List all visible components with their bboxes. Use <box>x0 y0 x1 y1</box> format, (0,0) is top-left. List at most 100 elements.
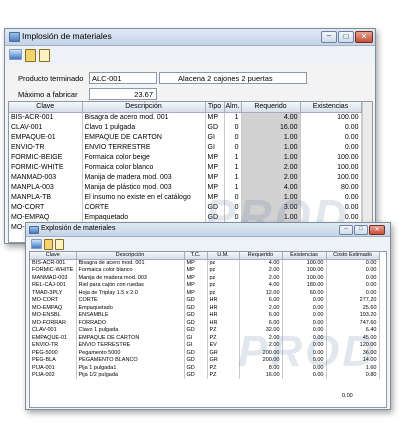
implosion-toolbar <box>5 46 375 64</box>
implosion-scrollbar[interactable] <box>362 102 372 242</box>
implosion-col-header[interactable]: Requerido <box>241 102 301 113</box>
explosion-cell: ENVIO TERRESTRE <box>76 341 185 349</box>
implosion-title: Implosión de materiales <box>22 31 112 41</box>
explosion-cell: 2.00 <box>239 304 283 312</box>
monitor-icon[interactable] <box>31 239 42 249</box>
explosion-col-header[interactable]: T.C. <box>184 252 208 260</box>
product-code-field[interactable]: ALC-001 <box>89 72 157 84</box>
app-icon <box>9 32 20 42</box>
implosion-cell: 0 <box>224 192 242 202</box>
implosion-table-row[interactable]: MANPLA-003 Manija de plástico mod. 003 MP 1… <box>9 182 362 192</box>
implosion-table-row[interactable]: MANPLA-TB El insumo no existe en el catál… <box>9 192 362 202</box>
explosion-cell: GD <box>184 349 208 357</box>
implosion-cell: 0 <box>224 122 242 132</box>
explosion-cell: 277.20 <box>326 296 380 304</box>
close-icon[interactable]: ✕ <box>355 31 373 43</box>
copy-icon[interactable] <box>25 49 36 62</box>
export-icon[interactable] <box>39 49 50 62</box>
implosion-table-row[interactable]: CLAV-001 Clavo 1 pulgada GD 0 16.00 0.00 <box>9 122 362 132</box>
explosion-cell: EV <box>207 341 240 349</box>
implosion-cell: Manija de plástico mod. 003 <box>82 182 206 192</box>
implosion-table-row[interactable]: FORMIC-WHITE Formaica color blanco MP 1 2.00… <box>9 162 362 172</box>
implosion-cell: 0.00 <box>300 192 362 202</box>
max-value: 23.67 <box>134 90 153 99</box>
implosion-cell: 1.00 <box>241 142 301 152</box>
explosion-cell: PZ <box>207 364 240 372</box>
implosion-cell: FORMIC-WHITE <box>9 162 83 172</box>
explosion-cell: MP <box>184 259 208 267</box>
explosion-table-row[interactable]: PEG-5000 Pegamento 5000 GD GR 200.00 0.00 36.0… <box>30 349 380 357</box>
implosion-cell: Formaica color beige <box>82 152 206 162</box>
minimize-icon[interactable]: – <box>339 225 353 235</box>
implosion-cell: CORTE <box>82 202 206 212</box>
explosion-cell: 0.00 <box>282 356 327 364</box>
implosion-col-header[interactable]: Existencias <box>300 102 362 113</box>
explosion-table-row[interactable]: MO-FORRAR FORRADO GD HR 6.00 0.00 747.60 <box>30 319 380 327</box>
explosion-cell: CORTE <box>76 296 185 304</box>
explosion-cell: 4.00 <box>239 259 283 267</box>
explosion-table-row[interactable]: EMPAQUE-01 EMPAQUE DE CARTON GI PZ 2.00 0.00 4… <box>30 334 380 342</box>
explosion-cell: 0.00 <box>282 304 327 312</box>
explosion-col-header[interactable]: Requerido <box>239 252 283 260</box>
implosion-table-row[interactable]: ENVIO-TR ENVIO TERRESTRE GI 0 1.00 0.00 <box>9 142 362 152</box>
maximize-icon[interactable]: □ <box>354 225 368 235</box>
explosion-table-row[interactable]: MO-ENSBL ENSAMBLE GD HR 6.00 0.00 193.20 <box>30 311 380 319</box>
minimize-icon[interactable]: – <box>321 31 337 43</box>
export-icon[interactable] <box>55 239 64 250</box>
implosion-col-header[interactable]: Descripción <box>82 102 206 113</box>
copy-icon[interactable] <box>44 239 53 250</box>
implosion-table-row[interactable]: BIS-ACR-001 Bisagra de acero mod. 001 MP 1 4… <box>9 112 362 122</box>
explosion-cell: PEG-5000 <box>30 349 77 357</box>
implosion-table-row[interactable]: MO-EMPAQ Empaquetado GD 0 1.00 0.00 <box>9 212 362 222</box>
explosion-table-row[interactable]: PEG-BLA PEGAMENTO BLANCO GD GR 200.00 0.00 14.… <box>30 356 380 364</box>
implosion-cell: MP <box>205 162 225 172</box>
close-icon[interactable]: ✕ <box>369 225 385 235</box>
explosion-cell: MO-FORRAR <box>30 319 77 327</box>
explosion-cell: pz <box>207 289 240 297</box>
explosion-cell: 0.00 <box>282 296 327 304</box>
monitor-icon[interactable] <box>9 49 22 60</box>
explosion-cell: PIJA-001 <box>30 364 77 372</box>
explosion-table-row[interactable]: ENVIO-TR ENVIO TERRESTRE GI EV 2.00 0.00 120.0… <box>30 341 380 349</box>
explosion-col-header[interactable]: Descripción <box>76 252 185 260</box>
explosion-table-row[interactable]: MANMAD-003 Manija de madera mod. 003 MP pz 2… <box>30 274 380 282</box>
explosion-col-header[interactable]: Clave <box>30 252 77 260</box>
implosion-table-row[interactable]: FORMIC-BEIGE Formaica color beige MP 1 1.00 1… <box>9 152 362 162</box>
explosion-table-row[interactable]: TMAD-3PLY Hoja de Triplay 1.5 x 2.0 MP pz 12… <box>30 289 380 297</box>
product-desc-value: Alacena 2 cajones 2 puertas <box>178 74 273 83</box>
explosion-table-row[interactable]: PIJA-001 Pija 1 pulgada1 GD PZ 8.00 0.00 1.60 <box>30 364 380 372</box>
implosion-cell: 0.00 <box>300 202 362 212</box>
implosion-table-row[interactable]: MANMAD-003 Manija de madera mod. 003 MP 1 2.… <box>9 172 362 182</box>
explosion-table-row[interactable]: CLAV-001 Clavo 1 pulgada GD PZ 32.00 0.00 6.40 <box>30 326 380 334</box>
explosion-col-header[interactable]: Costo Estimado <box>326 252 380 260</box>
explosion-col-header[interactable]: Existencias <box>282 252 327 260</box>
implosion-table-row[interactable]: EMPAQUE-01 EMPAQUE DE CARTON GI 0 1.00 0.00 <box>9 132 362 142</box>
explosion-table-row[interactable]: MO-EMPAQ Empaquetado GD HR 2.00 0.00 25.60 <box>30 304 380 312</box>
maximize-icon[interactable]: □ <box>338 31 354 43</box>
explosion-cell: 193.20 <box>326 311 380 319</box>
implosion-col-header[interactable]: Tipo <box>205 102 225 113</box>
explosion-cell: Pija 1/2 pulgada <box>76 371 185 379</box>
implosion-cell: 100.00 <box>300 112 362 122</box>
implosion-cell: MO-CORT <box>9 202 83 212</box>
explosion-cell: GD <box>184 356 208 364</box>
explosion-table-row[interactable]: FORMIC-WHITE Formaica color blanco MP pz 2.0… <box>30 266 380 274</box>
explosion-table-row[interactable]: REL-CAJ-001 Riel para cajón con ruedas MP p… <box>30 281 380 289</box>
explosion-col-header[interactable]: U.M. <box>207 252 240 260</box>
implosion-cell: FORMIC-BEIGE <box>9 152 83 162</box>
explosion-toolbar <box>26 237 390 251</box>
explosion-cell: HR <box>207 296 240 304</box>
implosion-table-row[interactable]: MO-CORT CORTE GD 0 3.00 0.00 <box>9 202 362 212</box>
implosion-cell: MP <box>205 182 225 192</box>
explosion-table-row[interactable]: BIS-ACR-001 Bisagra de acero mod. 001 MP pz… <box>30 259 380 267</box>
explosion-grid: Clave Descripción T.C. U.M. Requerido Existen… <box>29 251 387 408</box>
implosion-cell: 1.00 <box>241 132 301 142</box>
explosion-cell: 36.00 <box>326 349 380 357</box>
explosion-table-row[interactable]: PIJA-002 Pija 1/2 pulgada GD PZ 16.00 0.00 0.8… <box>30 371 380 379</box>
explosion-cell: 0.00 <box>282 334 327 342</box>
explosion-table-row[interactable]: MO-CORT CORTE GD HR 6.00 0.00 277.20 <box>30 296 380 304</box>
implosion-col-header[interactable]: Clave <box>9 102 83 113</box>
explosion-cell: 6.00 <box>239 296 283 304</box>
implosion-col-header[interactable]: Alm. <box>224 102 242 113</box>
explosion-cell: Pegamento 5000 <box>76 349 185 357</box>
